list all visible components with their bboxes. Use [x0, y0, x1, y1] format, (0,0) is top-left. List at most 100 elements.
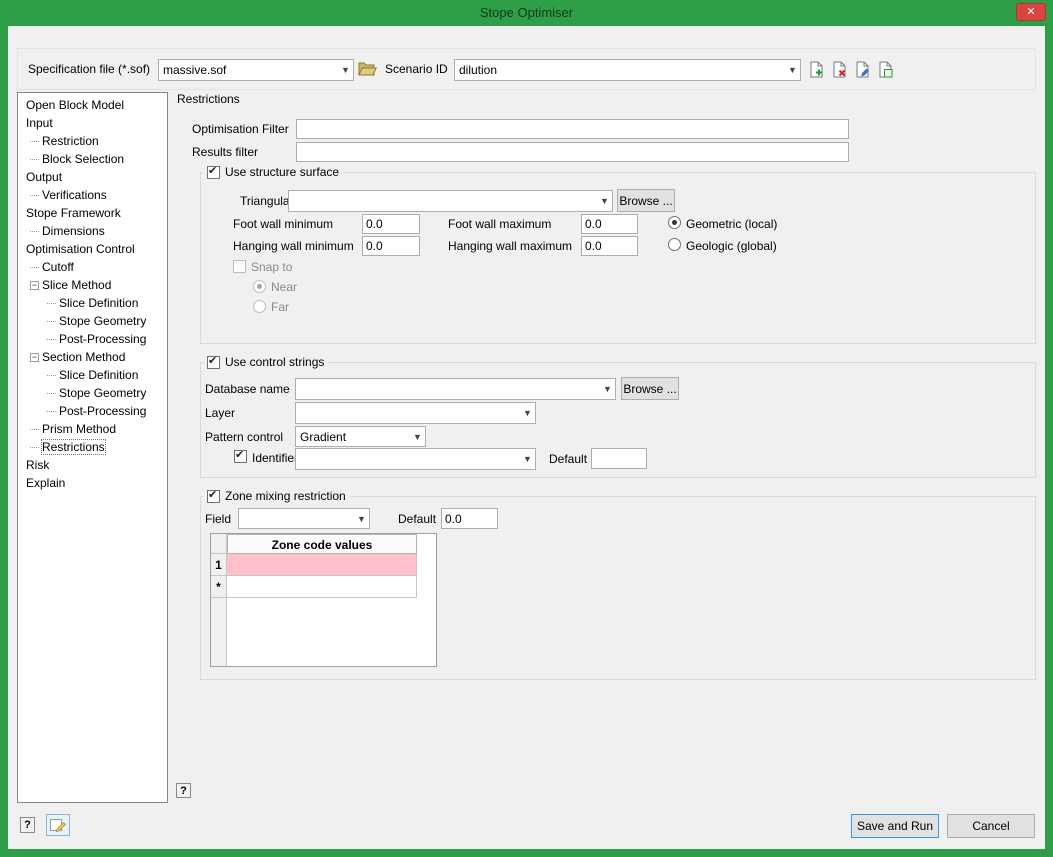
- chevron-down-icon: ▼: [354, 514, 369, 524]
- sidebar-item-output[interactable]: Output: [18, 168, 167, 186]
- pattern-control-combo[interactable]: Gradient ▼: [295, 426, 426, 447]
- notes-icon[interactable]: [46, 814, 70, 836]
- sidebar-item-stope-geometry[interactable]: Stope Geometry: [18, 384, 167, 402]
- triangulation-combo[interactable]: ▼: [288, 190, 613, 212]
- identifier-checkbox[interactable]: [234, 450, 247, 463]
- sidebar-item-section-method[interactable]: −Section Method: [18, 348, 167, 366]
- zone-default-input[interactable]: [441, 508, 498, 529]
- checkbox-checked-icon[interactable]: [207, 166, 220, 179]
- sidebar-item-label: Stope Framework: [26, 206, 121, 220]
- geologic-global-radio[interactable]: [668, 238, 681, 251]
- sidebar-item-label: Risk: [26, 458, 49, 472]
- add-scenario-icon[interactable]: [808, 61, 825, 81]
- foot-wall-minimum-input[interactable]: [362, 214, 420, 234]
- grid-corner-cell: [211, 534, 227, 554]
- copy-scenario-icon[interactable]: [877, 61, 894, 81]
- foot-wall-minimum-label: Foot wall minimum: [233, 217, 333, 232]
- layer-combo[interactable]: ▼: [295, 402, 536, 424]
- use-control-strings-label[interactable]: Use control strings: [225, 355, 324, 369]
- help-button[interactable]: ?: [20, 817, 35, 833]
- tree-connector: [47, 339, 56, 340]
- edit-scenario-icon[interactable]: [854, 61, 871, 81]
- collapse-icon[interactable]: −: [30, 353, 39, 362]
- sidebar-item-cutoff[interactable]: Cutoff: [18, 258, 167, 276]
- near-radio[interactable]: [253, 280, 266, 293]
- hanging-wall-minimum-label: Hanging wall minimum: [233, 239, 354, 254]
- near-label: Near: [271, 280, 297, 295]
- tree-connector: [30, 141, 39, 142]
- sidebar-item-verifications[interactable]: Verifications: [18, 186, 167, 204]
- checkbox-checked-icon[interactable]: [207, 490, 220, 503]
- sidebar-item-input[interactable]: Input: [18, 114, 167, 132]
- use-control-strings-checkbox[interactable]: Use control strings: [203, 355, 328, 369]
- use-structure-surface-checkbox[interactable]: Use structure surface: [203, 165, 343, 179]
- tree-connector: [47, 393, 56, 394]
- triangulation-browse-button[interactable]: Browse ...: [617, 189, 675, 212]
- delete-scenario-icon[interactable]: [831, 61, 848, 81]
- sidebar-item-restriction[interactable]: Restriction: [18, 132, 167, 150]
- open-spec-folder-icon[interactable]: [358, 60, 377, 80]
- grid-row-header-1[interactable]: 1: [211, 554, 227, 576]
- sidebar-item-prism-method[interactable]: Prism Method: [18, 420, 167, 438]
- use-structure-surface-label[interactable]: Use structure surface: [225, 165, 339, 179]
- sidebar-item-restrictions[interactable]: Restrictions: [18, 438, 167, 456]
- close-icon: ✕: [1026, 6, 1035, 18]
- results-filter-input[interactable]: [296, 142, 849, 162]
- sidebar-item-block-selection[interactable]: Block Selection: [18, 150, 167, 168]
- identifier-label[interactable]: Identifier: [252, 451, 298, 466]
- checkbox-checked-icon[interactable]: [207, 356, 220, 369]
- grid-cell-row1[interactable]: [227, 554, 417, 576]
- geometric-local-label[interactable]: Geometric (local): [686, 217, 777, 232]
- sidebar-item-post-processing[interactable]: Post-Processing: [18, 330, 167, 348]
- foot-wall-maximum-input[interactable]: [581, 214, 638, 234]
- chevron-down-icon: ▼: [338, 65, 353, 75]
- foot-wall-maximum-label: Foot wall maximum: [448, 217, 551, 232]
- field-combo[interactable]: ▼: [238, 508, 370, 529]
- grid-column-header: Zone code values: [227, 534, 417, 554]
- sidebar-item-slice-definition[interactable]: Slice Definition: [18, 294, 167, 312]
- grid-cell-row-star[interactable]: [227, 576, 417, 598]
- tree-connector: [47, 303, 56, 304]
- zone-mixing-checkbox[interactable]: Zone mixing restriction: [203, 489, 350, 503]
- geologic-global-label[interactable]: Geologic (global): [686, 239, 777, 254]
- sidebar-item-post-processing[interactable]: Post-Processing: [18, 402, 167, 420]
- cancel-button[interactable]: Cancel: [947, 814, 1035, 838]
- identifier-combo[interactable]: ▼: [295, 448, 536, 470]
- snap-to-checkbox[interactable]: [233, 260, 246, 273]
- spec-file-combo[interactable]: massive.sof ▼: [158, 59, 354, 81]
- sidebar: Open Block Model InputRestrictionBlock Se…: [17, 92, 168, 803]
- sidebar-item-stope-geometry[interactable]: Stope Geometry: [18, 312, 167, 330]
- hanging-wall-minimum-input[interactable]: [362, 236, 420, 256]
- sidebar-item-label: Optimisation Control: [26, 242, 135, 256]
- sidebar-item-slice-definition[interactable]: Slice Definition: [18, 366, 167, 384]
- sidebar-item-risk[interactable]: Risk: [18, 456, 167, 474]
- identifier-default-input[interactable]: [591, 448, 647, 469]
- sidebar-item-label: Open Block Model: [26, 98, 124, 112]
- sidebar-item-stope-framework[interactable]: Stope Framework: [18, 204, 167, 222]
- sidebar-item-optimisation-control[interactable]: Optimisation Control: [18, 240, 167, 258]
- geometric-local-radio[interactable]: [668, 216, 681, 229]
- sidebar-item-label: Prism Method: [42, 422, 116, 436]
- titlebar[interactable]: Stope Optimiser ✕: [0, 0, 1053, 26]
- page-help-button[interactable]: ?: [176, 783, 191, 798]
- hanging-wall-maximum-input[interactable]: [581, 236, 638, 256]
- grid-row-header-star[interactable]: *: [211, 576, 227, 598]
- close-button[interactable]: ✕: [1016, 3, 1046, 21]
- sidebar-item-slice-method[interactable]: −Slice Method: [18, 276, 167, 294]
- sidebar-item-dimensions[interactable]: Dimensions: [18, 222, 167, 240]
- zone-mixing-label[interactable]: Zone mixing restriction: [225, 489, 346, 503]
- database-browse-button[interactable]: Browse ...: [621, 377, 679, 400]
- sidebar-item-explain[interactable]: Explain: [18, 474, 167, 492]
- scenario-id-combo[interactable]: dilution ▼: [454, 59, 801, 81]
- field-label: Field: [205, 512, 231, 527]
- far-radio[interactable]: [253, 300, 266, 313]
- chevron-down-icon: ▼: [520, 408, 535, 418]
- sidebar-item-open-block-model[interactable]: Open Block Model: [18, 96, 167, 114]
- sidebar-item-label: Slice Definition: [59, 368, 138, 382]
- grid-rowheader-column: [211, 598, 227, 666]
- zone-code-grid: Zone code values 1 *: [210, 533, 437, 667]
- database-name-combo[interactable]: ▼: [295, 378, 616, 400]
- optimisation-filter-input[interactable]: [296, 119, 849, 139]
- collapse-icon[interactable]: −: [30, 281, 39, 290]
- save-and-run-button[interactable]: Save and Run: [851, 814, 939, 838]
